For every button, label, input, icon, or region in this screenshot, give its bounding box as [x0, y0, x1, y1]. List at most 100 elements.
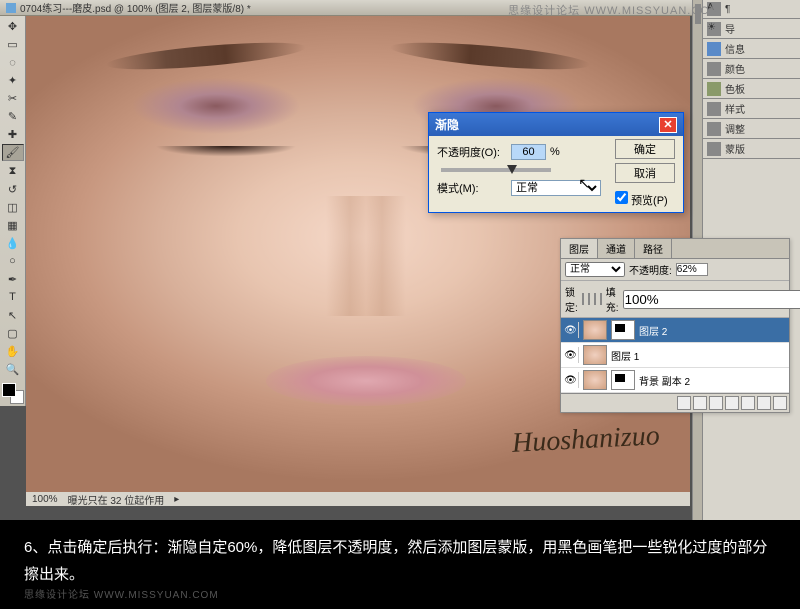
watermark-top: 思缘设计论坛 WWW.MISSYUAN.COM: [508, 2, 720, 18]
layer-name[interactable]: 图层 2: [639, 323, 667, 338]
cancel-button[interactable]: 取消: [615, 163, 675, 183]
ok-button[interactable]: 确定: [615, 139, 675, 159]
layer-name[interactable]: 背景 副本 2: [639, 373, 690, 388]
zoom-level[interactable]: 100%: [32, 494, 58, 505]
adjust-icon: [707, 122, 721, 136]
new-group-icon[interactable]: [741, 396, 755, 410]
hand-tool[interactable]: ✋: [2, 343, 24, 360]
tools-panel: ✥ ▭ ◌ ✦ ✂ ✎ ✚ 🖌 ⧗ ↺ ◫ ▦ 💧 ○ ✒ T ↖ ▢ ✋ 🔍: [0, 16, 26, 406]
zoom-tool[interactable]: 🔍: [2, 361, 24, 378]
mask-thumbnail[interactable]: [611, 370, 635, 390]
brush-tool[interactable]: 🖌: [2, 144, 24, 161]
info-icon: [707, 42, 721, 56]
add-mask-icon[interactable]: [709, 396, 723, 410]
panel-label: 导: [725, 21, 735, 36]
tab-layers[interactable]: 图层: [561, 239, 598, 258]
layer-thumbnail[interactable]: [583, 320, 607, 340]
pen-tool[interactable]: ✒: [2, 271, 24, 288]
preview-checkbox-label[interactable]: 预览(P): [615, 191, 675, 208]
visibility-toggle[interactable]: 👁: [563, 372, 579, 388]
delete-layer-icon[interactable]: [773, 396, 787, 410]
panel-item[interactable]: 信息: [703, 39, 800, 59]
close-button[interactable]: ✕: [659, 117, 677, 133]
opacity-label: 不透明度:: [629, 262, 672, 277]
layers-footer: [561, 393, 789, 412]
lock-all-icon[interactable]: [600, 293, 602, 305]
eyedropper-tool[interactable]: ✎: [2, 108, 24, 125]
tab-channels[interactable]: 通道: [598, 239, 635, 258]
new-layer-icon[interactable]: [757, 396, 771, 410]
dialog-title-bar[interactable]: 渐隐 ✕: [429, 113, 683, 136]
shape-tool[interactable]: ▢: [2, 325, 24, 342]
text-tool[interactable]: T: [2, 289, 24, 306]
lasso-tool[interactable]: ◌: [2, 54, 24, 71]
watermark-bottom: 思缘设计论坛 WWW.MISSYUAN.COM: [24, 587, 219, 605]
status-arrow-icon[interactable]: ▸: [174, 494, 179, 505]
layer-thumbnail[interactable]: [583, 370, 607, 390]
panel-label: 信息: [725, 41, 745, 56]
layer-row[interactable]: 👁 图层 1: [561, 343, 789, 368]
layer-row[interactable]: 👁 图层 2: [561, 318, 789, 343]
lock-position-icon[interactable]: [594, 293, 596, 305]
status-info: 曝光只在 32 位起作用: [68, 492, 165, 507]
layer-list: 👁 图层 2 👁 图层 1 👁 背景 副本 2: [561, 318, 789, 393]
swatch-icon: [707, 82, 721, 96]
mask-thumbnail[interactable]: [611, 320, 635, 340]
dodge-tool[interactable]: ○: [2, 253, 24, 270]
opacity-label: 不透明度(O):: [437, 144, 507, 160]
face-eyelash: [126, 146, 326, 176]
color-swatches[interactable]: [2, 383, 24, 404]
history-brush-tool[interactable]: ↺: [2, 181, 24, 198]
foreground-color-swatch[interactable]: [2, 383, 16, 397]
opacity-input[interactable]: [511, 144, 546, 160]
link-layers-icon[interactable]: [677, 396, 691, 410]
eraser-tool[interactable]: ◫: [2, 199, 24, 216]
face-brow: [390, 37, 591, 74]
photoshop-window: 0704练习---磨皮.psd @ 100% (图层 2, 图层蒙版/8) * …: [0, 0, 800, 520]
mask-icon: [707, 142, 721, 156]
face-nose: [326, 196, 406, 316]
lock-label: 锁定:: [565, 284, 578, 314]
fade-dialog: 渐隐 ✕ 不透明度(O): % 模式(M): 正常 确定 取消 预览(P): [428, 112, 684, 213]
dialog-title: 渐隐: [435, 116, 459, 133]
panel-item[interactable]: 调整: [703, 119, 800, 139]
panel-label: 蒙版: [725, 141, 745, 156]
layers-panel: 图层 通道 路径 正常 不透明度: 锁定: 填充: 👁 图层 2: [560, 238, 790, 413]
opacity-slider[interactable]: [441, 168, 551, 172]
cursor-icon: ↖: [578, 175, 590, 192]
stamp-tool[interactable]: ⧗: [2, 162, 24, 179]
panel-item[interactable]: 色板: [703, 79, 800, 99]
wand-tool[interactable]: ✦: [2, 72, 24, 89]
blur-tool[interactable]: 💧: [2, 235, 24, 252]
preview-checkbox[interactable]: [615, 191, 628, 204]
layer-fx-icon[interactable]: [693, 396, 707, 410]
move-tool[interactable]: ✥: [2, 18, 24, 35]
layer-opacity-input[interactable]: [676, 263, 708, 276]
tab-paths[interactable]: 路径: [635, 239, 672, 258]
panel-item[interactable]: 颜色: [703, 59, 800, 79]
marquee-tool[interactable]: ▭: [2, 36, 24, 53]
layer-name[interactable]: 图层 1: [611, 348, 639, 363]
caption-text: 6、点击确定后执行：渐隐自定60%，降低图层不透明度，然后添加图层蒙版，用黑色画…: [24, 539, 767, 583]
gradient-tool[interactable]: ▦: [2, 217, 24, 234]
visibility-toggle[interactable]: 👁: [563, 347, 579, 363]
fill-input[interactable]: [623, 290, 800, 309]
lock-transparent-icon[interactable]: [582, 293, 584, 305]
style-icon: [707, 102, 721, 116]
layer-thumbnail[interactable]: [583, 345, 607, 365]
path-tool[interactable]: ↖: [2, 307, 24, 324]
panel-label: 色板: [725, 81, 745, 96]
layer-row[interactable]: 👁 背景 副本 2: [561, 368, 789, 393]
panel-item[interactable]: 蒙版: [703, 139, 800, 159]
new-adjustment-icon[interactable]: [725, 396, 739, 410]
panel-item[interactable]: 样式: [703, 99, 800, 119]
panel-item[interactable]: ☀导: [703, 19, 800, 39]
heal-tool[interactable]: ✚: [2, 126, 24, 143]
lock-pixels-icon[interactable]: [588, 293, 590, 305]
visibility-toggle[interactable]: 👁: [563, 322, 579, 338]
slider-thumb[interactable]: [507, 165, 517, 174]
crop-tool[interactable]: ✂: [2, 90, 24, 107]
panel-label: 颜色: [725, 61, 745, 76]
blend-mode-select[interactable]: 正常: [565, 262, 625, 277]
document-icon: [6, 3, 16, 13]
